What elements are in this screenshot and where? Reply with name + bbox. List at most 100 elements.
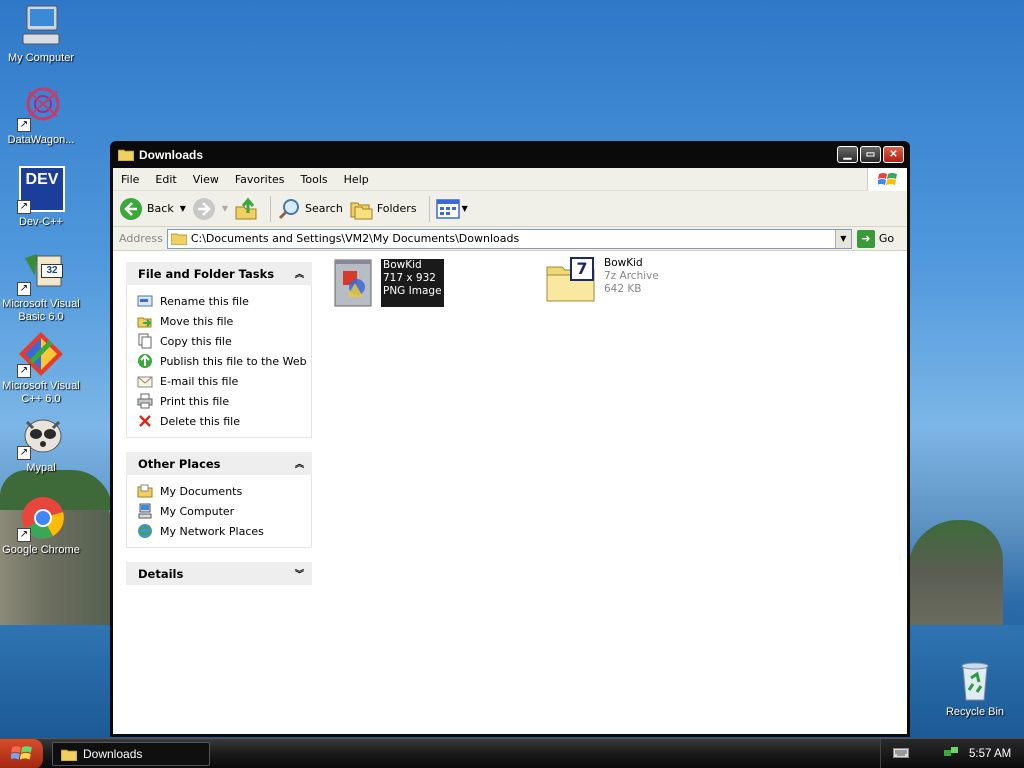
- 7z-archive-icon: 7: [546, 257, 596, 305]
- collapse-chevron-icon[interactable]: ︽: [295, 267, 304, 280]
- other-places-header[interactable]: Other Places ︽: [126, 452, 312, 475]
- menu-tools[interactable]: Tools: [293, 173, 336, 186]
- system-tray: 5:57 AM: [880, 739, 1024, 768]
- menu-file[interactable]: File: [113, 173, 147, 186]
- window-title: Downloads: [139, 147, 204, 162]
- toolbar: Back ▼ ▼ Search Folders ▼: [113, 191, 907, 227]
- maximize-button[interactable]: ▭: [860, 146, 881, 163]
- file-folder-tasks-list: Rename this file Move this file Copy thi…: [126, 285, 312, 438]
- menu-edit[interactable]: Edit: [147, 173, 184, 186]
- rename-icon: [137, 293, 153, 309]
- address-bar: Address C:\Documents and Settings\VM2\My…: [113, 227, 907, 251]
- desktop-icon-my-computer[interactable]: My Computer: [0, 2, 82, 65]
- menu-help[interactable]: Help: [336, 173, 377, 186]
- shortcut-arrow-icon: ↗: [17, 528, 31, 542]
- printer-icon: [137, 393, 153, 409]
- task-move-file[interactable]: Move this file: [137, 311, 311, 331]
- chevron-down-icon[interactable]: ▼: [222, 204, 228, 213]
- minimize-button[interactable]: ▁: [837, 146, 858, 163]
- shortcut-arrow-icon: ↗: [17, 364, 31, 378]
- visual-cpp-icon: ↗: [17, 330, 65, 378]
- clock[interactable]: 5:57 AM: [969, 748, 1011, 760]
- go-button[interactable]: ➜ Go: [856, 229, 894, 248]
- task-rename-file[interactable]: Rename this file: [137, 291, 311, 311]
- background-rock-right: [908, 520, 1003, 635]
- menu-view[interactable]: View: [185, 173, 227, 186]
- mypal-raccoon-icon: ↗: [17, 412, 65, 460]
- keyboard-icon[interactable]: [893, 747, 909, 762]
- expand-chevron-icon[interactable]: ︾: [295, 567, 304, 580]
- visual-basic-icon: 32 ↗: [17, 248, 65, 296]
- file-folder-tasks-header[interactable]: File and Folder Tasks ︽: [126, 262, 312, 285]
- desktop-icon-label: Microsoft Visual C++ 6.0: [2, 380, 80, 405]
- place-my-network-places[interactable]: My Network Places: [137, 521, 311, 541]
- desktop-icon-label: DataWagon...: [7, 134, 75, 146]
- desktop-icon-label: My Computer: [7, 52, 75, 64]
- chevron-down-icon[interactable]: ▼: [462, 204, 468, 213]
- desktop-icon-mypal[interactable]: ↗ Mypal: [0, 412, 82, 475]
- task-pane: File and Folder Tasks ︽ Rename this file…: [113, 251, 313, 734]
- address-input[interactable]: C:\Documents and Settings\VM2\My Documen…: [166, 228, 852, 249]
- details-header[interactable]: Details ︾: [126, 562, 312, 585]
- other-places-list: My Documents My Computer My Network Plac…: [126, 475, 312, 548]
- menu-favorites[interactable]: Favorites: [227, 173, 293, 186]
- desktop-icon-label: Dev-C++: [18, 216, 64, 228]
- go-arrow-icon: ➜: [856, 229, 875, 248]
- folders-button[interactable]: Folders: [349, 197, 417, 221]
- close-button[interactable]: ✕: [883, 146, 904, 163]
- explorer-content: File and Folder Tasks ︽ Rename this file…: [113, 251, 907, 734]
- file-info-png: BowKid 717 x 932 PNG Image: [381, 259, 444, 307]
- address-dropdown-button[interactable]: ▼: [834, 229, 851, 248]
- file-folder-tasks-panel: File and Folder Tasks ︽ Rename this file…: [126, 262, 312, 438]
- task-copy-file[interactable]: Copy this file: [137, 331, 311, 351]
- title-bar[interactable]: Downloads ▁ ▭ ✕: [113, 141, 907, 168]
- collapse-chevron-icon[interactable]: ︽: [295, 457, 304, 470]
- folders-icon: [350, 202, 373, 219]
- back-button[interactable]: Back ▼: [119, 197, 186, 221]
- address-label: Address: [119, 232, 163, 245]
- task-publish-web[interactable]: Publish this file to the Web: [137, 351, 311, 371]
- desktop-icon-visual-basic[interactable]: 32 ↗ Microsoft Visual Basic 6.0: [0, 248, 82, 324]
- search-button[interactable]: Search: [277, 197, 343, 221]
- views-icon: [435, 198, 460, 219]
- views-button[interactable]: ▼: [435, 198, 468, 220]
- delete-x-icon: [137, 413, 153, 429]
- place-my-computer[interactable]: My Computer: [137, 501, 311, 521]
- task-print-file[interactable]: Print this file: [137, 391, 311, 411]
- task-email-file[interactable]: E-mail this file: [137, 371, 311, 391]
- explorer-window[interactable]: Downloads ▁ ▭ ✕ File Edit View Favorites…: [110, 141, 910, 737]
- desktop-icon-recycle-bin[interactable]: Recycle Bin: [934, 656, 1016, 719]
- desktop-icon-label: Google Chrome: [2, 544, 80, 556]
- datawagon-icon: ↗: [17, 84, 65, 132]
- shortcut-arrow-icon: ↗: [17, 200, 31, 214]
- task-delete-file[interactable]: Delete this file: [137, 411, 311, 431]
- desktop-icon-visual-cpp[interactable]: ↗ Microsoft Visual C++ 6.0: [0, 330, 82, 406]
- computer-icon: [137, 503, 153, 519]
- windows-flag-icon: [867, 168, 907, 191]
- network-status-icon[interactable]: [943, 746, 959, 763]
- desktop-icon-label: Microsoft Visual Basic 6.0: [2, 298, 80, 323]
- up-folder-button[interactable]: [234, 197, 258, 221]
- move-icon: [137, 313, 153, 329]
- my-computer-icon: [17, 2, 65, 50]
- menu-bar: File Edit View Favorites Tools Help: [113, 168, 907, 191]
- globe-icon: [137, 353, 153, 369]
- file-item-7z[interactable]: 7 BowKid 7z Archive 642 KB: [546, 257, 659, 305]
- back-arrow-icon: [120, 197, 142, 220]
- start-button[interactable]: [0, 739, 43, 768]
- file-info-7z: BowKid 7z Archive 642 KB: [604, 257, 659, 295]
- forward-arrow-icon: [192, 197, 215, 220]
- windows-flag-icon: [10, 746, 32, 760]
- desktop-icon-google-chrome[interactable]: ↗ Google Chrome: [0, 494, 82, 557]
- desktop-icon-label: Mypal: [26, 462, 56, 474]
- toolbar-separator: [270, 195, 272, 222]
- my-documents-icon: [137, 483, 153, 499]
- file-item-png[interactable]: BowKid 717 x 932 PNG Image: [333, 259, 444, 307]
- taskbar-button-downloads[interactable]: Downloads: [52, 742, 210, 766]
- desktop-icon-dev-cpp[interactable]: DEV ↗ Dev-C++: [0, 166, 82, 229]
- shortcut-arrow-icon: ↗: [17, 446, 31, 460]
- chevron-down-icon[interactable]: ▼: [180, 204, 186, 213]
- forward-button[interactable]: ▼: [192, 197, 228, 221]
- place-my-documents[interactable]: My Documents: [137, 481, 311, 501]
- desktop-icon-datawagon[interactable]: ↗ DataWagon...: [0, 84, 82, 147]
